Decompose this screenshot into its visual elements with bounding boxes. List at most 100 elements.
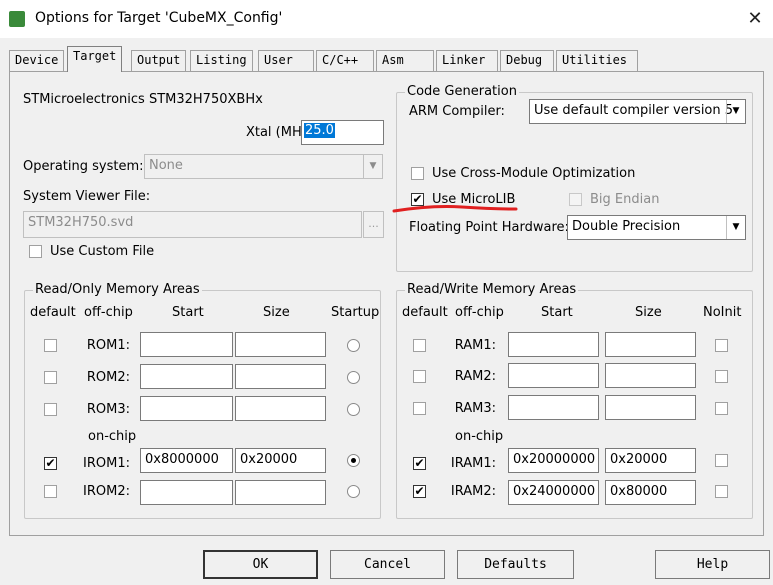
tab-device[interactable]: Device [9,50,65,71]
rom3-start-input[interactable] [140,396,233,421]
irom2-start-input[interactable] [140,480,233,505]
arm-compiler-label: ARM Compiler: [409,104,505,119]
fpu-label: Floating Point Hardware: [409,220,569,235]
iram2-label: IRAM2: [450,484,496,499]
tab-target[interactable]: Target [67,46,123,72]
iram2-start-input[interactable]: 0x24000000 [508,480,599,505]
rom1-size-input[interactable] [235,332,326,357]
os-label: Operating system: [23,159,144,174]
keil-app-icon [9,11,25,27]
rom2-label: ROM2: [86,370,130,385]
iram2-default-checkbox[interactable]: ✔ [413,485,426,498]
arm-compiler-select[interactable]: Use default compiler version 5 ▼ [529,99,746,124]
iram1-noinit-checkbox[interactable] [715,454,728,467]
ram1-size-input[interactable] [605,332,696,357]
iram1-start-input[interactable]: 0x20000000 [508,448,599,473]
rom1-label: ROM1: [86,338,130,353]
rom3-size-input[interactable] [235,396,326,421]
device-name: STMicroelectronics STM32H750XBHx [23,92,263,107]
iram1-size-input[interactable]: 0x20000 [605,448,696,473]
ram3-default-checkbox[interactable] [413,402,426,415]
rw-header-default: default [402,305,448,320]
ro-memory-title: Read/Only Memory Areas [33,282,202,297]
defaults-button[interactable]: Defaults [457,550,574,579]
tab-user[interactable]: User [258,50,314,71]
red-annotation-underline [392,205,518,213]
iram2-noinit-checkbox[interactable] [715,485,728,498]
rom3-default-checkbox[interactable] [44,403,57,416]
ram1-default-checkbox[interactable] [413,339,426,352]
ram3-label: RAM3: [454,401,496,416]
rom1-start-input[interactable] [140,332,233,357]
rw-header-noinit: NoInit [703,305,742,320]
irom1-startup-radio[interactable] [347,454,360,467]
rom1-default-checkbox[interactable] [44,339,57,352]
svd-input[interactable]: STM32H750.svd [23,211,362,238]
rom3-startup-radio[interactable] [347,403,360,416]
rw-header-size: Size [635,305,662,320]
rom2-size-input[interactable] [235,364,326,389]
ram2-start-input[interactable] [508,363,599,388]
ram3-start-input[interactable] [508,395,599,420]
chevron-down-icon: ▼ [363,155,382,178]
rw-memory-title: Read/Write Memory Areas [405,282,579,297]
rom2-default-checkbox[interactable] [44,371,57,384]
big-endian-checkbox[interactable] [569,193,582,206]
help-button[interactable]: Help [655,550,770,579]
rom2-startup-radio[interactable] [347,371,360,384]
svd-value: STM32H750.svd [28,215,134,230]
ram2-label: RAM2: [454,369,496,384]
irom1-start-input[interactable]: 0x8000000 [140,448,233,473]
svd-label: System Viewer File: [23,189,151,204]
ram3-noinit-checkbox[interactable] [715,402,728,415]
fpu-value: Double Precision [572,219,681,234]
use-custom-file-checkbox[interactable] [29,245,42,258]
irom1-label: IROM1: [83,456,130,471]
irom2-startup-radio[interactable] [347,485,360,498]
iram1-label: IRAM1: [450,456,496,471]
ro-header-start: Start [172,305,204,320]
fpu-select[interactable]: Double Precision ▼ [567,215,746,240]
tab-cc[interactable]: C/C++ [316,50,374,71]
irom1-size-input[interactable]: 0x20000 [235,448,326,473]
tab-output[interactable]: Output [131,50,187,71]
chevron-down-icon: ▼ [726,100,745,123]
os-select[interactable]: None ▼ [144,154,383,179]
xtal-input[interactable]: 25.0 [301,120,384,145]
tab-linker[interactable]: Linker [436,50,498,71]
iram2-size-input[interactable]: 0x80000 [605,480,696,505]
ram3-size-input[interactable] [605,395,696,420]
xtal-value: 25.0 [304,123,335,138]
ram2-noinit-checkbox[interactable] [715,370,728,383]
close-icon[interactable]: ✕ [742,7,768,31]
rw-header-offchip: off-chip [455,305,504,320]
arm-compiler-value: Use default compiler version 5 [534,103,734,118]
irom2-label: IROM2: [83,484,130,499]
rom1-startup-radio[interactable] [347,339,360,352]
cancel-button[interactable]: Cancel [330,550,445,579]
rw-onchip-label: on-chip [455,429,504,444]
code-generation-title: Code Generation [405,84,519,99]
tab-debug[interactable]: Debug [500,50,554,71]
os-value: None [149,158,183,173]
ram1-noinit-checkbox[interactable] [715,339,728,352]
cross-module-checkbox[interactable] [411,167,424,180]
tab-asm[interactable]: Asm [376,50,434,71]
rw-header-start: Start [541,305,573,320]
ro-header-offchip: off-chip [84,305,133,320]
iram1-default-checkbox[interactable]: ✔ [413,457,426,470]
ok-button[interactable]: OK [203,550,318,579]
ro-header-size: Size [263,305,290,320]
svd-browse-button[interactable]: ... [363,211,384,238]
ram2-default-checkbox[interactable] [413,370,426,383]
irom2-default-checkbox[interactable] [44,485,57,498]
tab-utilities[interactable]: Utilities [556,50,638,71]
ram1-start-input[interactable] [508,332,599,357]
ro-onchip-label: on-chip [88,429,137,444]
window-title: Options for Target 'CubeMX_Config' [35,10,283,26]
ram2-size-input[interactable] [605,363,696,388]
irom1-default-checkbox[interactable]: ✔ [44,457,57,470]
tab-listing[interactable]: Listing [190,50,253,71]
rom2-start-input[interactable] [140,364,233,389]
irom2-size-input[interactable] [235,480,326,505]
